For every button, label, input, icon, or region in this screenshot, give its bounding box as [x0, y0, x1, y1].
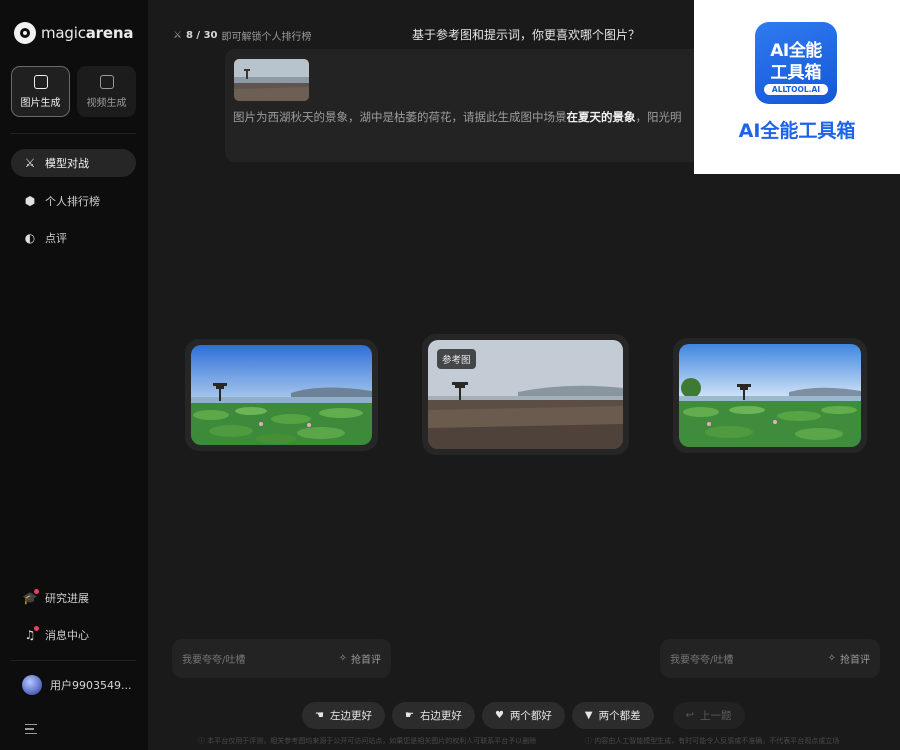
hand-point-right-icon: ☛: [404, 710, 414, 721]
watermark-title: AI全能工具箱: [738, 120, 856, 142]
sidebar-item-label: 点评: [45, 232, 67, 245]
left-generated-image[interactable]: [185, 339, 378, 451]
prompt-text: 图片为西湖秋天的景象，湖中是枯萎的荷花，请据此生成图中场景在夏天的景象，阳光明: [233, 110, 682, 124]
video-icon: [99, 74, 114, 89]
sidebar-item-label: 模型对战: [45, 157, 89, 170]
user-name: 用户9903549...: [50, 679, 132, 692]
bell-icon: ♫: [23, 626, 39, 642]
grab-first-comment-button[interactable]: ✧ 抢首评: [828, 651, 870, 666]
comment-placeholder: 我要夸夸/吐槽: [182, 655, 246, 666]
sidebar-item-label: 个人排行榜: [45, 195, 100, 208]
sidebar-item-label: 研究进展: [45, 592, 89, 605]
sidebar-item-review[interactable]: ◐ 点评: [11, 224, 136, 252]
left-image-canvas: [191, 345, 372, 445]
left-comment-field[interactable]: 我要夸夸/吐槽 ✧ 抢首评: [172, 639, 391, 678]
notification-dot: [34, 626, 39, 631]
avatar: [22, 675, 42, 695]
right-image-canvas: [679, 344, 861, 447]
sidebar: magicarena 图片生成 视频生成 ⚔ 模型对战 ⬢ 个人排行榜 ◐ 点评: [0, 0, 148, 750]
sparkle-icon: ✧: [338, 653, 347, 664]
sidebar-item-personal-ranking[interactable]: ⬢ 个人排行榜: [11, 187, 136, 215]
sidebar-item-messages[interactable]: ♫ 消息中心: [11, 621, 136, 649]
app-root: magicarena 图片生成 视频生成 ⚔ 模型对战 ⬢ 个人排行榜 ◐ 点评: [0, 0, 900, 750]
logo-text: magicarena: [41, 24, 134, 42]
sidebar-item-research[interactable]: 🎓 研究进展: [11, 584, 136, 612]
comment-placeholder: 我要夸夸/吐槽: [670, 655, 734, 666]
magicarena-logo-icon: [14, 22, 36, 44]
reference-image[interactable]: 参考图: [422, 334, 629, 455]
tab-label: 视频生成: [86, 97, 127, 109]
disclaimer-right: ⓘ 内容由人工智能模型生成，有时可能令人反感或不准确，不代表平台观点或立场: [585, 737, 840, 745]
sparkle-icon: ✧: [827, 653, 836, 664]
alltool-watermark: AI全能 工具箱 ALLTOOL.AI AI全能工具箱: [694, 0, 900, 174]
tab-video-generation[interactable]: 视频生成: [77, 66, 136, 117]
progress-hint: 即可解锁个人排行榜: [221, 32, 312, 43]
planet-icon: ◐: [24, 231, 36, 245]
swords-icon: ⚔: [173, 30, 182, 41]
sidebar-item-model-battle[interactable]: ⚔ 模型对战: [11, 149, 136, 177]
tab-label: 图片生成: [20, 97, 61, 109]
mode-tabs: 图片生成 视频生成: [11, 66, 136, 117]
thumbs-down-icon: ▼: [584, 710, 593, 721]
both-good-button[interactable]: ♥ 两个都好: [481, 702, 565, 729]
image-icon: [33, 74, 48, 89]
reference-tag: 参考图: [437, 349, 476, 369]
previous-question-button[interactable]: ↩ 上一题: [672, 702, 745, 729]
swords-icon: ⚔: [24, 156, 36, 170]
hand-point-left-icon: ☚: [315, 710, 324, 721]
question-title: 基于参考图和提示词，你更喜欢哪个图片？: [412, 28, 641, 42]
sidebar-divider: [11, 133, 136, 134]
progress-counter: ⚔ 8 / 30 即可解锁个人排行榜: [173, 30, 312, 43]
sidebar-divider: [11, 660, 136, 661]
notification-dot: [34, 589, 39, 594]
prompt-reference-thumbnail[interactable]: [234, 59, 309, 101]
right-comment-field[interactable]: 我要夸夸/吐槽 ✧ 抢首评: [660, 639, 880, 678]
undo-arrow-icon: ↩: [685, 710, 694, 721]
medal-icon: ⬢: [24, 194, 36, 208]
tab-image-generation[interactable]: 图片生成: [11, 66, 70, 117]
disclaimer-left: ⓘ 本平台仅用于评测，相关参考图均来源于公开可访问站点，如果您是相关图片的权利人…: [198, 737, 537, 745]
heart-icon: ♥: [494, 710, 504, 721]
reference-image-canvas: 参考图: [428, 340, 623, 449]
grab-first-comment-button[interactable]: ✧ 抢首评: [339, 651, 381, 666]
logo[interactable]: magicarena: [14, 22, 133, 44]
sidebar-item-label: 消息中心: [45, 629, 89, 642]
vote-buttons: ☚ 左边更好 ☛ 右边更好 ♥ 两个都好 ▼ 两个都差 ↩ 上一题: [302, 702, 745, 729]
right-generated-image[interactable]: [673, 338, 867, 453]
right-better-button[interactable]: ☛ 右边更好: [391, 702, 475, 729]
graduation-cap-icon: 🎓: [22, 589, 39, 605]
both-bad-button[interactable]: ▼ 两个都差: [571, 702, 654, 729]
collapse-menu-icon[interactable]: [25, 724, 37, 734]
alltool-logo-badge: AI全能 工具箱 ALLTOOL.AI: [755, 22, 837, 104]
user-profile[interactable]: 用户9903549...: [22, 675, 131, 695]
left-better-button[interactable]: ☚ 左边更好: [302, 702, 385, 729]
